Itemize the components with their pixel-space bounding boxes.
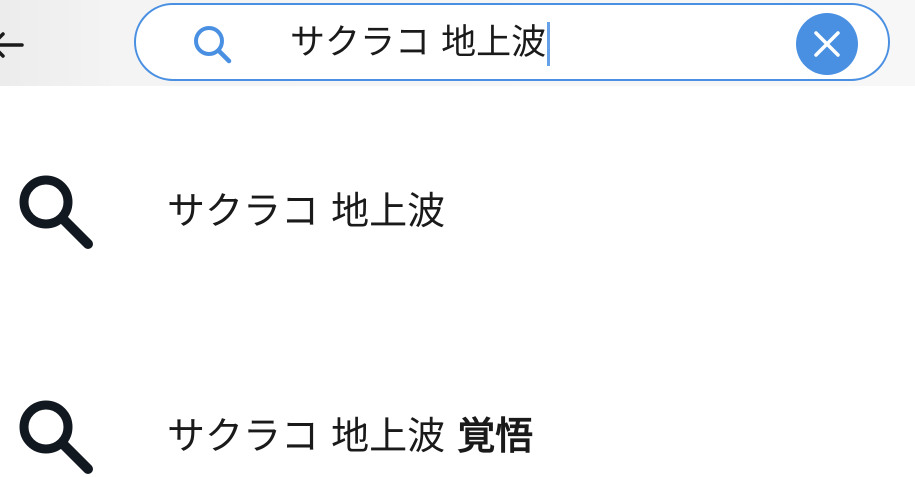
close-icon [814,31,840,57]
text-caret [547,22,551,66]
back-button[interactable] [0,22,40,68]
search-header: サクラコ 地上波 [0,0,915,86]
search-box[interactable]: サクラコ 地上波 [134,3,890,81]
search-icon [19,400,93,474]
search-icon [194,26,232,64]
search-input-value: サクラコ 地上波 [290,23,547,63]
clear-search-button[interactable] [796,13,858,75]
suggestion-completion: 覚悟 [457,414,534,458]
suggestion-query: サクラコ 地上波 [167,189,446,233]
search-icon [19,175,93,249]
suggestion-item[interactable]: サクラコ 地上波 覚悟 [0,365,915,475]
suggestion-text: サクラコ 地上波 覚悟 [167,405,533,460]
suggestion-item[interactable]: サクラコ 地上波 [0,140,915,250]
search-input[interactable]: サクラコ 地上波 [290,15,551,71]
arrow-left-icon [0,32,24,58]
suggestion-query: サクラコ 地上波 [167,414,446,458]
suggestion-text: サクラコ 地上波 [167,180,445,235]
